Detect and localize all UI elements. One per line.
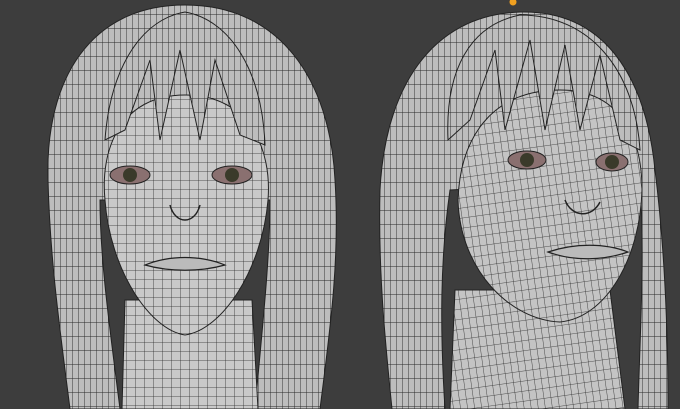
left-head-model[interactable] — [47, 4, 337, 409]
left-iris-left — [123, 168, 137, 182]
3d-viewport[interactable] — [0, 0, 680, 409]
right-iris-right — [605, 155, 619, 169]
right-iris-left — [520, 153, 534, 167]
left-iris-right — [225, 168, 239, 182]
